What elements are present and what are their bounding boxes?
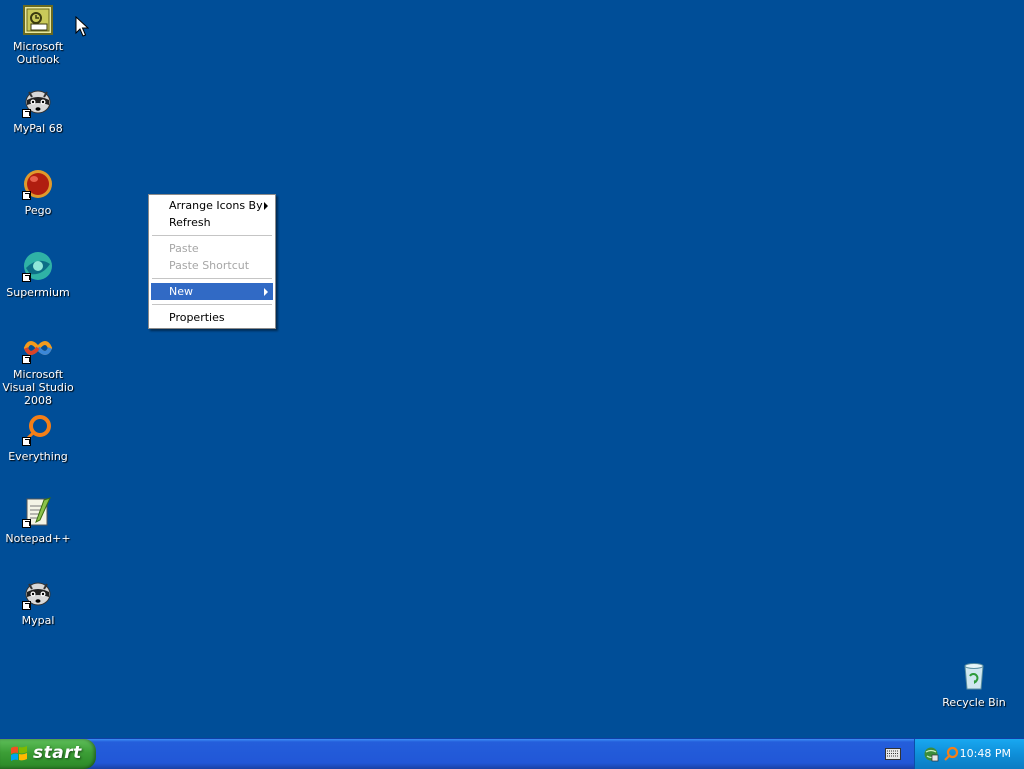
everything-icon [22, 414, 54, 446]
menu-item-arrange-icons-by[interactable]: Arrange Icons By [151, 197, 273, 214]
menu-item-label: Properties [169, 311, 225, 324]
start-button[interactable]: start [0, 739, 96, 769]
menu-item-properties[interactable]: Properties [151, 309, 273, 326]
desktop-icon-mypal-68[interactable]: MyPal 68 [0, 86, 76, 135]
menu-separator [152, 278, 272, 279]
recycle-bin-label: Recycle Bin [942, 696, 1006, 709]
desktop-icon-outlook[interactable]: Microsoft Outlook [0, 4, 76, 66]
desktop-icon-label: Microsoft Visual Studio 2008 [2, 368, 74, 407]
desktop-icon-label: Everything [8, 450, 68, 463]
submenu-arrow-icon [264, 202, 268, 210]
shortcut-arrow-icon [22, 273, 31, 282]
desktop-icon-label: Mypal [21, 614, 55, 627]
network-icon[interactable] [923, 746, 939, 762]
system-tray: 10:48 PM [914, 739, 1024, 769]
desktop-icon-label: MyPal 68 [13, 122, 63, 135]
menu-separator [152, 235, 272, 236]
menu-item-label: Arrange Icons By [169, 199, 263, 212]
search-icon[interactable] [943, 746, 959, 762]
desktop-icon-notepadpp[interactable]: Notepad++ [0, 496, 76, 545]
outlook-icon [22, 4, 54, 36]
menu-item-paste-shortcut: Paste Shortcut [151, 257, 273, 274]
mouse-cursor-icon [75, 16, 89, 37]
clock[interactable]: 10:48 PM [960, 747, 1011, 760]
keyboard-icon[interactable] [885, 748, 901, 760]
raccoon-icon [22, 578, 54, 610]
desktop-icon-label: Notepad++ [5, 532, 71, 545]
shortcut-arrow-icon [22, 191, 31, 200]
raccoon-icon [22, 86, 54, 118]
start-label: start [33, 743, 82, 763]
shortcut-arrow-icon [22, 601, 31, 610]
visual-studio-icon [22, 332, 54, 364]
notepadpp-icon [22, 496, 54, 528]
recycle-bin-icon [958, 660, 990, 692]
desktop-icon-visual-studio-2008[interactable]: Microsoft Visual Studio 2008 [0, 332, 76, 407]
desktop-icon-everything[interactable]: Everything [0, 414, 76, 463]
windows-logo-icon [11, 746, 27, 761]
menu-item-refresh[interactable]: Refresh [151, 214, 273, 231]
shortcut-arrow-icon [22, 519, 31, 528]
desktop-icon-supermium[interactable]: Supermium [0, 250, 76, 299]
menu-item-label: Paste [169, 242, 199, 255]
desktop-icon-label: Pego [24, 204, 52, 217]
menu-item-new[interactable]: New [151, 283, 273, 300]
menu-item-paste: Paste [151, 240, 273, 257]
menu-item-label: New [169, 285, 193, 298]
menu-item-label: Paste Shortcut [169, 259, 250, 272]
shortcut-arrow-icon [22, 437, 31, 446]
desktop-context-menu: Arrange Icons By Refresh Paste Paste Sho… [148, 194, 276, 329]
supermium-icon [22, 250, 54, 282]
menu-item-label: Refresh [169, 216, 211, 229]
desktop-icon-mypal[interactable]: Mypal [0, 578, 76, 627]
taskbar: start 10:48 PM [0, 738, 1024, 769]
menu-separator [152, 304, 272, 305]
pego-icon [22, 168, 54, 200]
desktop-icon-label: Microsoft Outlook [12, 40, 64, 66]
desktop-icon-label: Supermium [6, 286, 70, 299]
shortcut-arrow-icon [22, 355, 31, 364]
desktop-icon-recycle-bin[interactable]: Recycle Bin [936, 660, 1012, 709]
desktop-icon-pego[interactable]: Pego [0, 168, 76, 217]
submenu-arrow-icon [264, 288, 268, 296]
desktop[interactable]: Microsoft Outlook MyPal 68 Pego Supermiu… [0, 0, 1024, 738]
shortcut-arrow-icon [22, 109, 31, 118]
